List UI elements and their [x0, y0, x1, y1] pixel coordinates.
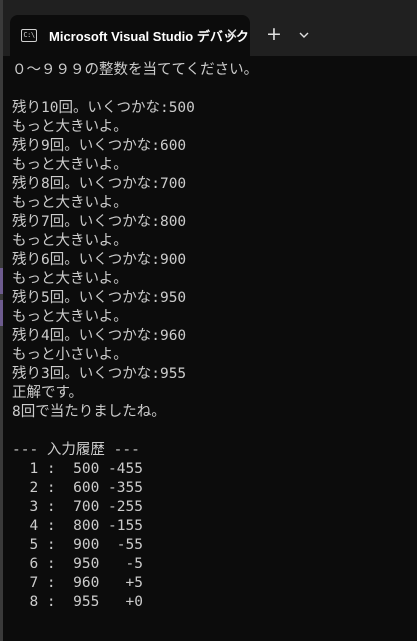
- terminal-line: 残り6回。いくつかな:900: [12, 252, 187, 268]
- terminal-line: 1 : 500 -455: [12, 461, 143, 477]
- terminal-icon-text: C:\: [23, 31, 35, 39]
- new-tab-button[interactable]: +: [265, 25, 283, 44]
- terminal-line: もっと大きいよ。: [12, 233, 128, 249]
- terminal-line: --- 入力履歴 ---: [12, 442, 140, 458]
- left-window-edge: [0, 0, 3, 641]
- terminal-line: 残り9回。いくつかな:600: [12, 138, 187, 154]
- terminal-line: 5 : 900 -55: [12, 537, 143, 553]
- terminal-line: 正解です。: [12, 385, 84, 401]
- terminal-line: 3 : 700 -255: [12, 499, 143, 515]
- terminal-line: 残り10回。いくつかな:500: [12, 100, 195, 116]
- terminal-icon: C:\: [21, 29, 37, 42]
- terminal-line: もっと小さいよ。: [12, 347, 128, 363]
- edge-marker: [0, 300, 3, 326]
- close-icon[interactable]: ✕: [224, 26, 240, 42]
- terminal-line: もっと大きいよ。: [12, 157, 128, 173]
- terminal-line: 2 : 600 -355: [12, 480, 143, 496]
- terminal-line: 残り5回。いくつかな:950: [12, 290, 187, 306]
- terminal-line: もっと大きいよ。: [12, 119, 128, 135]
- terminal-line: もっと大きいよ。: [12, 309, 128, 325]
- chevron-down-icon[interactable]: [296, 27, 312, 43]
- tab-title: Microsoft Visual Studio デバック: [49, 29, 249, 44]
- terminal-line: 残り8回。いくつかな:700: [12, 176, 187, 192]
- terminal-line: 6 : 950 -5: [12, 556, 143, 572]
- terminal-line: もっと大きいよ。: [12, 195, 128, 211]
- edge-marker: [0, 268, 3, 294]
- terminal-line: 8回で当たりましたね。: [12, 404, 166, 420]
- terminal-line: もっと大きいよ。: [12, 271, 128, 287]
- terminal-line: 4 : 800 -155: [12, 518, 143, 534]
- terminal-line: ０～９９９の整数を当ててください。: [12, 62, 259, 78]
- terminal-line: 8 : 955 +0: [12, 594, 143, 610]
- terminal-tab[interactable]: C:\ Microsoft Visual Studio デバック ✕: [10, 15, 250, 56]
- terminal-line: 7 : 960 +5: [12, 575, 143, 591]
- terminal-line: 残り7回。いくつかな:800: [12, 214, 187, 230]
- terminal-line: 残り3回。いくつかな:955: [12, 366, 187, 382]
- terminal-line: 残り4回。いくつかな:960: [12, 328, 187, 344]
- title-bar: C:\ Microsoft Visual Studio デバック ✕ +: [3, 0, 417, 56]
- terminal-output[interactable]: ０～９９９の整数を当ててください。 残り10回。いくつかな:500 もっと大きいよ。…: [12, 61, 417, 612]
